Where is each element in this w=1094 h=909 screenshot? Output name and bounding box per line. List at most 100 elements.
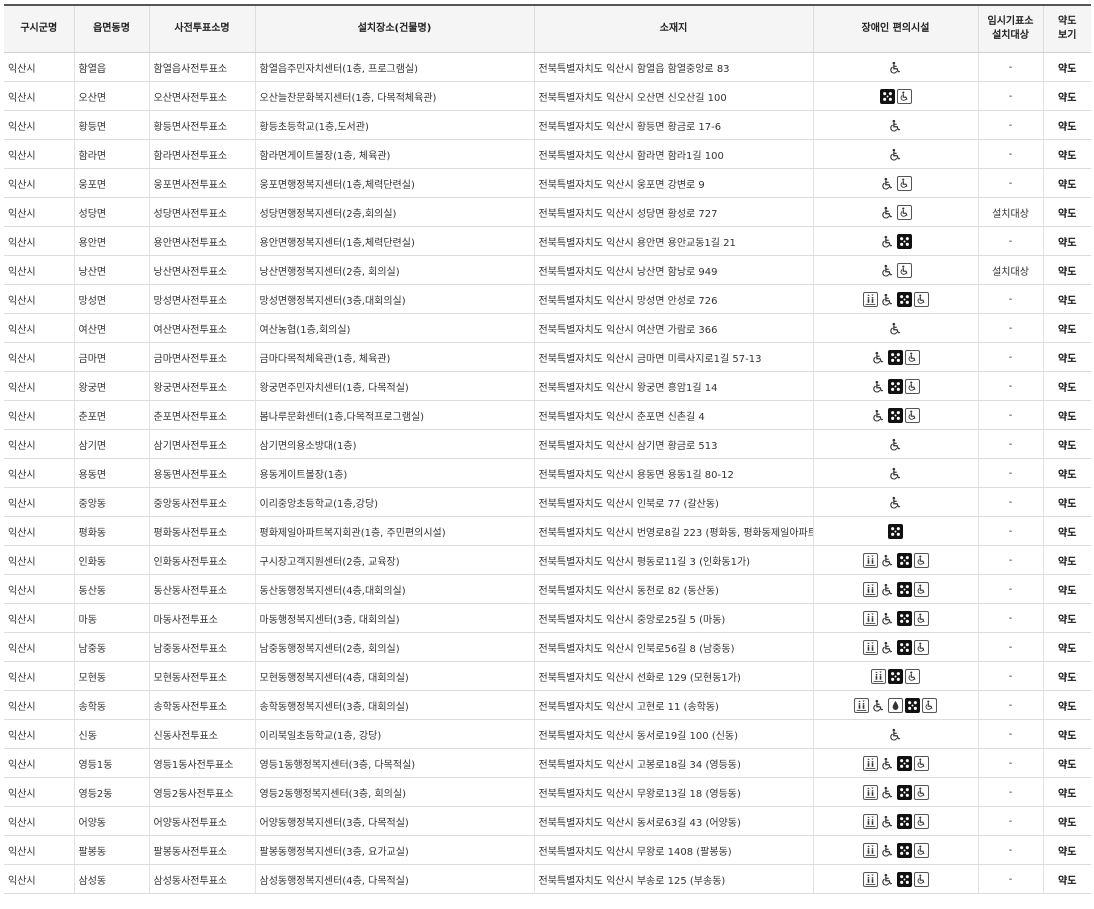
cell-town: 삼성동 (74, 864, 150, 894)
cell-location: 어양동행정복지센터(3층, 다목적실) (255, 806, 535, 836)
wheelchair-icon (880, 205, 895, 220)
wheelchair-icon (880, 263, 895, 278)
braille-icon (896, 813, 912, 829)
cell-district: 익산시 (4, 487, 75, 517)
cell-facilities (813, 342, 979, 372)
wheelchair-box-icon (913, 552, 929, 568)
cell-town: 왕궁면 (74, 371, 150, 401)
map-link[interactable]: 약도 (1058, 180, 1076, 191)
map-link[interactable]: 약도 (1058, 760, 1076, 771)
cell-location: 남중동행정복지센터(2층, 회의실) (255, 632, 535, 662)
wheelchair-icon (871, 379, 886, 394)
map-link[interactable]: 약도 (1058, 876, 1076, 887)
cell-map: 약도 (1043, 371, 1091, 401)
cell-town: 황등면 (74, 110, 150, 140)
header-district: 구시군명 (4, 4, 75, 53)
cell-district: 익산시 (4, 748, 75, 778)
cell-temp-booth: - (978, 864, 1044, 894)
cell-station: 왕궁면사전투표소 (149, 371, 256, 401)
wheelchair-box-icon (905, 349, 920, 365)
map-link[interactable]: 약도 (1058, 731, 1076, 742)
cell-town: 어양동 (74, 806, 150, 836)
cell-map: 약도 (1043, 748, 1091, 778)
map-link[interactable]: 약도 (1058, 847, 1076, 858)
map-link[interactable]: 약도 (1058, 122, 1076, 133)
cell-map: 약도 (1043, 603, 1091, 633)
map-link[interactable]: 약도 (1058, 412, 1076, 423)
map-link[interactable]: 약도 (1058, 267, 1076, 278)
cell-temp-booth: - (978, 139, 1044, 169)
cell-address: 전북특별자치도 익산시 선화로 129 (모현동1가) (534, 661, 814, 691)
map-link[interactable]: 약도 (1058, 64, 1076, 75)
drop-icon (888, 697, 903, 713)
cell-map: 약도 (1043, 52, 1091, 82)
header-temp-line2: 설치대상 (992, 30, 1029, 41)
cell-town: 중앙동 (74, 487, 150, 517)
cell-facilities (813, 197, 979, 227)
map-link[interactable]: 약도 (1058, 325, 1076, 336)
cell-station: 망성면사전투표소 (149, 284, 256, 314)
braille-icon (888, 407, 903, 423)
map-link[interactable]: 약도 (1058, 818, 1076, 829)
cell-facilities (813, 52, 979, 82)
elevator-icon (862, 871, 878, 887)
map-link[interactable]: 약도 (1058, 557, 1076, 568)
cell-station: 평화동사전투표소 (149, 516, 256, 546)
map-link[interactable]: 약도 (1058, 499, 1076, 510)
map-link[interactable]: 약도 (1058, 673, 1076, 684)
cell-facilities (813, 748, 979, 778)
cell-map: 약도 (1043, 342, 1091, 372)
wheelchair-box-icon (913, 842, 929, 858)
cell-location: 동산동행정복지센터(4층,대회의실) (255, 574, 535, 604)
cell-map: 약도 (1043, 806, 1091, 836)
cell-station: 영등1동사전투표소 (149, 748, 256, 778)
cell-district: 익산시 (4, 313, 75, 343)
wheelchair-box-icon (896, 262, 912, 278)
cell-address: 전북특별자치도 익산시 여산면 가람로 366 (534, 313, 814, 343)
table-row: 익산시 금마면 금마면사전투표소 금마다목적체육관(1층, 체육관) 전북특별자치도 익… (4, 342, 1091, 372)
wheelchair-icon (880, 611, 895, 626)
cell-facilities (813, 458, 979, 488)
cell-district: 익산시 (4, 603, 75, 633)
table-row: 익산시 팔봉동 팔봉동사전투표소 팔봉동행정복지센터(3층, 요가교실) 전북특별자치도… (4, 835, 1091, 865)
cell-address: 전북특별자치도 익산시 오산면 신오산길 100 (534, 81, 814, 111)
map-link[interactable]: 약도 (1058, 209, 1076, 220)
cell-temp-booth: - (978, 835, 1044, 865)
cell-temp-booth: - (978, 806, 1044, 836)
cell-facilities (813, 516, 979, 546)
map-link[interactable]: 약도 (1058, 644, 1076, 655)
cell-map: 약도 (1043, 400, 1091, 430)
wheelchair-box-icon (913, 784, 929, 800)
map-link[interactable]: 약도 (1058, 702, 1076, 713)
cell-district: 익산시 (4, 864, 75, 894)
cell-temp-booth: - (978, 719, 1044, 749)
cell-map: 약도 (1043, 632, 1091, 662)
cell-map: 약도 (1043, 661, 1091, 691)
map-link[interactable]: 약도 (1058, 441, 1076, 452)
map-link[interactable]: 약도 (1058, 615, 1076, 626)
header-location: 설치장소(건물명) (255, 4, 535, 53)
map-link[interactable]: 약도 (1058, 238, 1076, 249)
map-link[interactable]: 약도 (1058, 354, 1076, 365)
map-link[interactable]: 약도 (1058, 296, 1076, 307)
cell-address: 전북특별자치도 익산시 웅포면 강변로 9 (534, 168, 814, 198)
cell-map: 약도 (1043, 458, 1091, 488)
cell-district: 익산시 (4, 719, 75, 749)
wheelchair-icon (880, 292, 895, 307)
map-link[interactable]: 약도 (1058, 789, 1076, 800)
map-link[interactable]: 약도 (1058, 586, 1076, 597)
cell-town: 신동 (74, 719, 150, 749)
table-row: 익산시 평화동 평화동사전투표소 평화제일아파트복지회관(1층, 주민편의시설) 전북특… (4, 516, 1091, 546)
map-link[interactable]: 약도 (1058, 383, 1076, 394)
wheelchair-box-icon (905, 378, 920, 394)
wheelchair-icon (880, 756, 895, 771)
map-link[interactable]: 약도 (1058, 93, 1076, 104)
table-row: 익산시 황등면 황등면사전투표소 황등초등학교(1층,도서관) 전북특별자치도 익산시 … (4, 110, 1091, 140)
map-link[interactable]: 약도 (1058, 528, 1076, 539)
cell-town: 인화동 (74, 545, 150, 575)
cell-temp-booth: - (978, 313, 1044, 343)
map-link[interactable]: 약도 (1058, 470, 1076, 481)
cell-facilities (813, 574, 979, 604)
map-link[interactable]: 약도 (1058, 151, 1076, 162)
braille-icon (888, 523, 903, 539)
